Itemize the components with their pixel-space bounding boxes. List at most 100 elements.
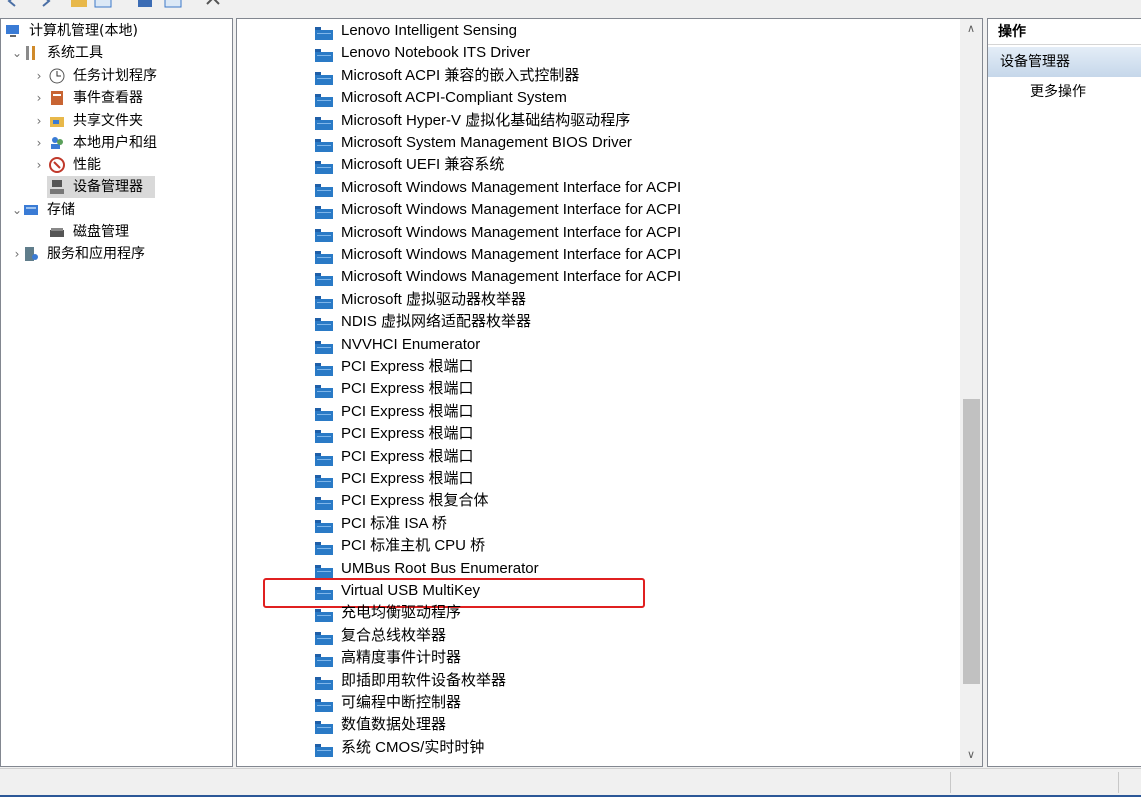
tree-item[interactable]: 计算机管理(本地) (3, 20, 219, 42)
status-divider (950, 772, 951, 793)
expander-icon[interactable]: › (33, 65, 45, 87)
device-category-icon (315, 339, 333, 354)
scrollbar-thumb[interactable] (963, 399, 980, 684)
device-item-label: 可编程中断控制器 (341, 694, 462, 711)
device-category-icon (315, 719, 333, 735)
tree-item[interactable]: › 任务计划程序 (37, 65, 219, 87)
tree-item[interactable]: ⌄ 存储 (12, 199, 219, 221)
task-scheduler-icon (49, 68, 65, 84)
device-category-icon (315, 630, 333, 645)
actions-title: 操作 (988, 19, 1141, 45)
device-category-icon (315, 697, 333, 712)
device-item-label: Microsoft Windows Management Interface f… (341, 178, 682, 196)
scan-icon[interactable] (204, 0, 222, 8)
tree-item-label: 系统工具 (47, 45, 103, 61)
computer-management-icon (5, 23, 21, 39)
device-item-label: Microsoft Windows Management Interface f… (341, 201, 682, 219)
device-item-label: NDIS 虚拟网络适配器枚举器 (341, 313, 532, 331)
device-category-icon (315, 159, 333, 175)
forward-arrow-icon[interactable] (38, 0, 52, 8)
device-item-label: Microsoft System Management BIOS Driver (341, 134, 632, 151)
device-category-icon (315, 652, 333, 668)
device-item-label: PCI Express 根端口 (341, 402, 474, 420)
device-item-label: PCI Express 根复合体 (341, 492, 489, 510)
tree-item[interactable]: › 服务和应用程序 (15, 243, 219, 265)
tree-item[interactable]: › 事件查看器 (37, 87, 219, 109)
device-item-label: Virtual USB MultiKey (341, 582, 480, 599)
expander-icon[interactable]: ⌄ (11, 199, 23, 221)
device-category-icon (315, 518, 333, 533)
device-item-label: Microsoft Windows Management Interface f… (341, 268, 682, 286)
expander-icon[interactable]: › (33, 132, 45, 154)
device-item-label: Microsoft ACPI-Compliant System (341, 89, 567, 107)
expander-icon[interactable]: ⌄ (11, 42, 23, 64)
device-category-icon (315, 182, 333, 197)
device-item-label: 数值数据处理器 (341, 716, 447, 734)
device-category-icon (315, 271, 333, 287)
device-category-icon (315, 428, 333, 444)
device-category-icon (315, 70, 333, 85)
more-actions-link[interactable]: 更多操作 (1030, 81, 1086, 103)
expander-icon[interactable]: › (33, 154, 45, 176)
tree-item-label: 性能 (73, 157, 101, 173)
expander-icon[interactable]: › (33, 87, 45, 109)
device-item-label: PCI Express 根端口 (341, 425, 474, 443)
disk-management-icon (49, 224, 65, 240)
tree-item[interactable]: › 本地用户和组 (37, 132, 219, 154)
device-item-label: 系统 CMOS/实时时钟 (341, 738, 485, 756)
device-category-icon (315, 361, 333, 376)
console-tree-pane: 计算机管理(本地) ⌄ 系统工具 › 任务计划程序 › 事件查看器 › 共享文件夹 › 本地用户和组… (0, 18, 233, 767)
expander-icon[interactable]: › (33, 110, 45, 132)
device-item-label: PCI Express 根端口 (341, 447, 474, 465)
system-tools-icon (23, 45, 39, 61)
actions-section-device-manager[interactable]: 设备管理器 (988, 47, 1141, 77)
expander-icon[interactable]: › (11, 243, 23, 265)
device-category-icon (315, 406, 333, 421)
properties-icon[interactable] (164, 0, 182, 8)
device-item-label: Microsoft Windows Management Interface f… (341, 223, 682, 241)
vertical-scrollbar[interactable]: ∧ ∨ (960, 19, 982, 766)
device-item-label: Microsoft Hyper-V 虚拟化基础结构驱动程序 (341, 111, 631, 129)
scroll-down-icon[interactable]: ∨ (960, 745, 982, 765)
back-arrow-icon[interactable] (6, 0, 20, 8)
toolbar (0, 0, 1141, 12)
device-category-icon (315, 451, 333, 466)
device-category-icon (315, 316, 333, 332)
tree-item[interactable]: 设备管理器 (47, 176, 155, 198)
device-item-label: PCI Express 根端口 (341, 358, 474, 375)
device-category-icon (315, 383, 333, 399)
device-item-label: PCI 标准主机 CPU 桥 (341, 537, 486, 555)
device-category-icon (315, 294, 333, 309)
status-bar (0, 768, 1141, 796)
device-category-icon (315, 92, 333, 108)
device-item-label: NVVHCI Enumerator (341, 335, 481, 353)
device-item-label: PCI Express 根端口 (341, 470, 474, 487)
scroll-up-icon[interactable]: ∧ (960, 19, 982, 39)
device-item-label: 即插即用软件设备枚举器 (341, 671, 507, 689)
device-category-icon (315, 227, 333, 242)
device-category-icon (315, 115, 333, 130)
device-list-pane: ∧ ∨ Lenovo Intelligent Sensing Lenovo Not… (236, 18, 983, 767)
event-viewer-icon (49, 90, 65, 106)
device-manager-icon (49, 179, 65, 195)
device-category-icon (315, 137, 333, 152)
tree-item-label: 存储 (47, 202, 75, 218)
show-hide-tree-icon[interactable] (94, 0, 112, 8)
storage-icon (23, 202, 39, 218)
device-item-label: Microsoft UEFI 兼容系统 (341, 156, 505, 174)
device-category-icon (315, 473, 333, 488)
tree-item[interactable]: › 共享文件夹 (37, 110, 219, 132)
shared-folders-icon (49, 113, 65, 129)
tree-item[interactable]: ⌄ 系统工具 (12, 42, 219, 64)
help-icon[interactable] (136, 0, 154, 8)
device-category-icon (315, 675, 333, 690)
device-item-label: Microsoft 虚拟驱动器枚举器 (341, 290, 527, 308)
device-category-icon (315, 585, 333, 600)
tree-item-label: 计算机管理(本地) (29, 23, 138, 39)
tree-item[interactable]: 磁盘管理 (47, 221, 219, 243)
device-category-icon (315, 47, 333, 63)
device-category-icon (315, 607, 333, 623)
device-item-label: 充电均衡驱动程序 (341, 604, 462, 622)
tree-item[interactable]: › 性能 (37, 154, 219, 176)
folder-icon[interactable] (70, 0, 88, 8)
